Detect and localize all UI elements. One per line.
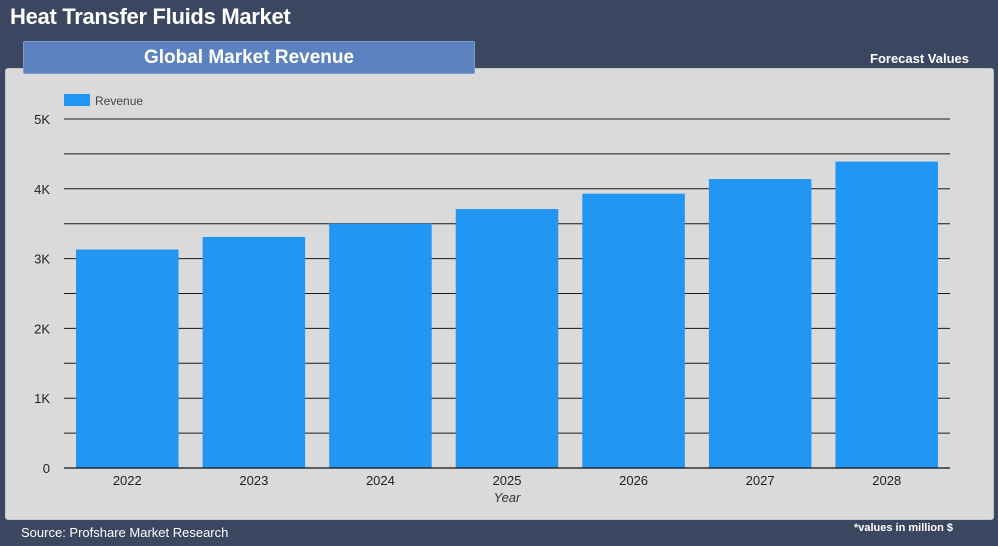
y-tick-label: 4K bbox=[34, 182, 50, 197]
y-tick-label: 5K bbox=[34, 112, 50, 127]
bar-2028[interactable] bbox=[835, 161, 938, 468]
legend-swatch-revenue bbox=[64, 94, 90, 106]
y-tick-label: 1K bbox=[34, 391, 50, 406]
y-tick-label: 2K bbox=[34, 321, 50, 336]
bar-2023[interactable] bbox=[202, 236, 306, 468]
x-tick-label: 2027 bbox=[746, 473, 775, 488]
bars bbox=[76, 161, 938, 469]
bar-2027[interactable] bbox=[708, 179, 812, 468]
bar-2026[interactable] bbox=[582, 193, 685, 468]
units-note: *values in million $ bbox=[853, 522, 953, 534]
x-tick-label: 2025 bbox=[493, 473, 522, 488]
y-tick-label: 0 bbox=[43, 461, 50, 476]
x-tick-label: 2028 bbox=[872, 473, 901, 488]
x-tick-label: 2024 bbox=[366, 473, 395, 488]
legend-label-revenue: Revenue bbox=[95, 94, 143, 108]
x-tick-label: 2022 bbox=[113, 473, 142, 488]
source-label: Source: Profshare Market Research bbox=[21, 525, 229, 540]
x-tick-label: 2026 bbox=[619, 473, 648, 488]
bar-2024[interactable] bbox=[329, 223, 432, 468]
revenue-bar-chart: 01K2K3K4K5K2022 2023 2024 2025 2026 2027 2028 … bbox=[34, 94, 950, 505]
bar-2022[interactable] bbox=[76, 249, 179, 468]
x-axis-title: Year bbox=[494, 490, 521, 505]
bar-2025[interactable] bbox=[455, 209, 559, 469]
y-tick-label: 3K bbox=[34, 252, 50, 267]
legend: Revenue bbox=[64, 94, 143, 108]
x-tick-label: 2023 bbox=[239, 473, 268, 488]
